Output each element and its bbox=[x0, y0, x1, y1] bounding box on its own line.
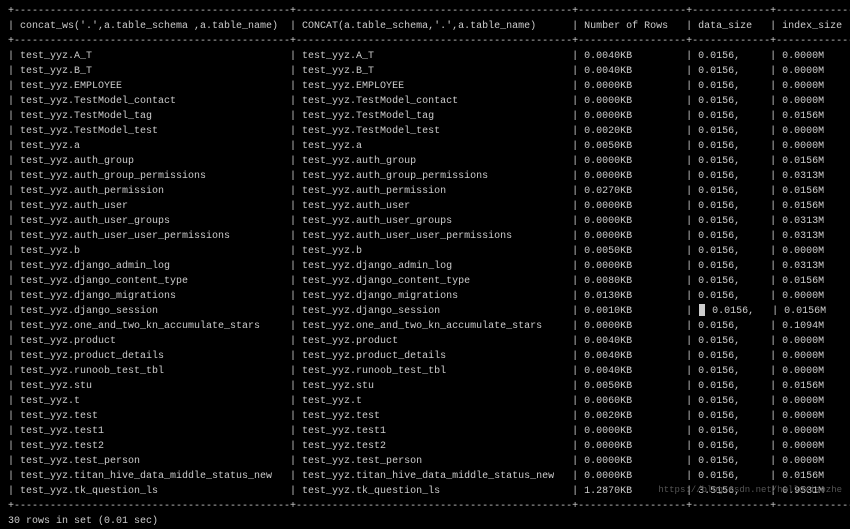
table-row: +---------------------------------------… bbox=[8, 499, 842, 514]
table-row: | test_yyz.django_migrations | test_yyz.… bbox=[8, 289, 842, 304]
table-row: | test_yyz.TestModel_test | test_yyz.Tes… bbox=[8, 124, 842, 139]
table-row: | test_yyz.one_and_two_kn_accumulate_sta… bbox=[8, 319, 842, 334]
table-row: | test_yyz.b | test_yyz.b | 0.0050KB | 0… bbox=[8, 244, 842, 259]
table-row: | test_yyz.auth_user_groups | test_yyz.a… bbox=[8, 214, 842, 229]
table-row: | test_yyz.t | test_yyz.t | 0.0060KB | 0… bbox=[8, 394, 842, 409]
sql-result-table: +---------------------------------------… bbox=[8, 4, 842, 529]
watermark-text: https://blog.csdn.net/helloxiaozhe bbox=[658, 484, 842, 498]
table-row: | test_yyz.TestModel_tag | test_yyz.Test… bbox=[8, 109, 842, 124]
table-row: +---------------------------------------… bbox=[8, 4, 842, 19]
table-row: | test_yyz.product | test_yyz.product | … bbox=[8, 334, 842, 349]
table-row: | test_yyz.a | test_yyz.a | 0.0050KB | 0… bbox=[8, 139, 842, 154]
table-row: | test_yyz.test | test_yyz.test | 0.0020… bbox=[8, 409, 842, 424]
table-row: | test_yyz.auth_group | test_yyz.auth_gr… bbox=[8, 154, 842, 169]
table-row: | test_yyz.test1 | test_yyz.test1 | 0.00… bbox=[8, 424, 842, 439]
table-row: 30 rows in set (0.01 sec) bbox=[8, 514, 842, 529]
table-row: | test_yyz.stu | test_yyz.stu | 0.0050KB… bbox=[8, 379, 842, 394]
table-row: | test_yyz.product_details | test_yyz.pr… bbox=[8, 349, 842, 364]
table-row: | test_yyz.runoob_test_tbl | test_yyz.ru… bbox=[8, 364, 842, 379]
table-row: | test_yyz.django_session | test_yyz.dja… bbox=[8, 304, 842, 319]
table-row: | concat_ws('.',a.table_schema ,a.table_… bbox=[8, 19, 842, 34]
table-row: | test_yyz.TestModel_contact | test_yyz.… bbox=[8, 94, 842, 109]
table-row: +---------------------------------------… bbox=[8, 34, 842, 49]
table-row: | test_yyz.test_person | test_yyz.test_p… bbox=[8, 454, 842, 469]
table-row: | test_yyz.EMPLOYEE | test_yyz.EMPLOYEE … bbox=[8, 79, 842, 94]
table-row: | test_yyz.titan_hive_data_middle_status… bbox=[8, 469, 842, 484]
table-row: | test_yyz.auth_user | test_yyz.auth_use… bbox=[8, 199, 842, 214]
text-cursor bbox=[699, 304, 705, 316]
table-row: | test_yyz.django_content_type | test_yy… bbox=[8, 274, 842, 289]
table-row: | test_yyz.django_admin_log | test_yyz.d… bbox=[8, 259, 842, 274]
table-row: | test_yyz.B_T | test_yyz.B_T | 0.0040KB… bbox=[8, 64, 842, 79]
table-row: | test_yyz.auth_group_permissions | test… bbox=[8, 169, 842, 184]
table-row: | test_yyz.auth_permission | test_yyz.au… bbox=[8, 184, 842, 199]
table-row: | test_yyz.test2 | test_yyz.test2 | 0.00… bbox=[8, 439, 842, 454]
table-row: | test_yyz.A_T | test_yyz.A_T | 0.0040KB… bbox=[8, 49, 842, 64]
table-row: | test_yyz.auth_user_user_permissions | … bbox=[8, 229, 842, 244]
